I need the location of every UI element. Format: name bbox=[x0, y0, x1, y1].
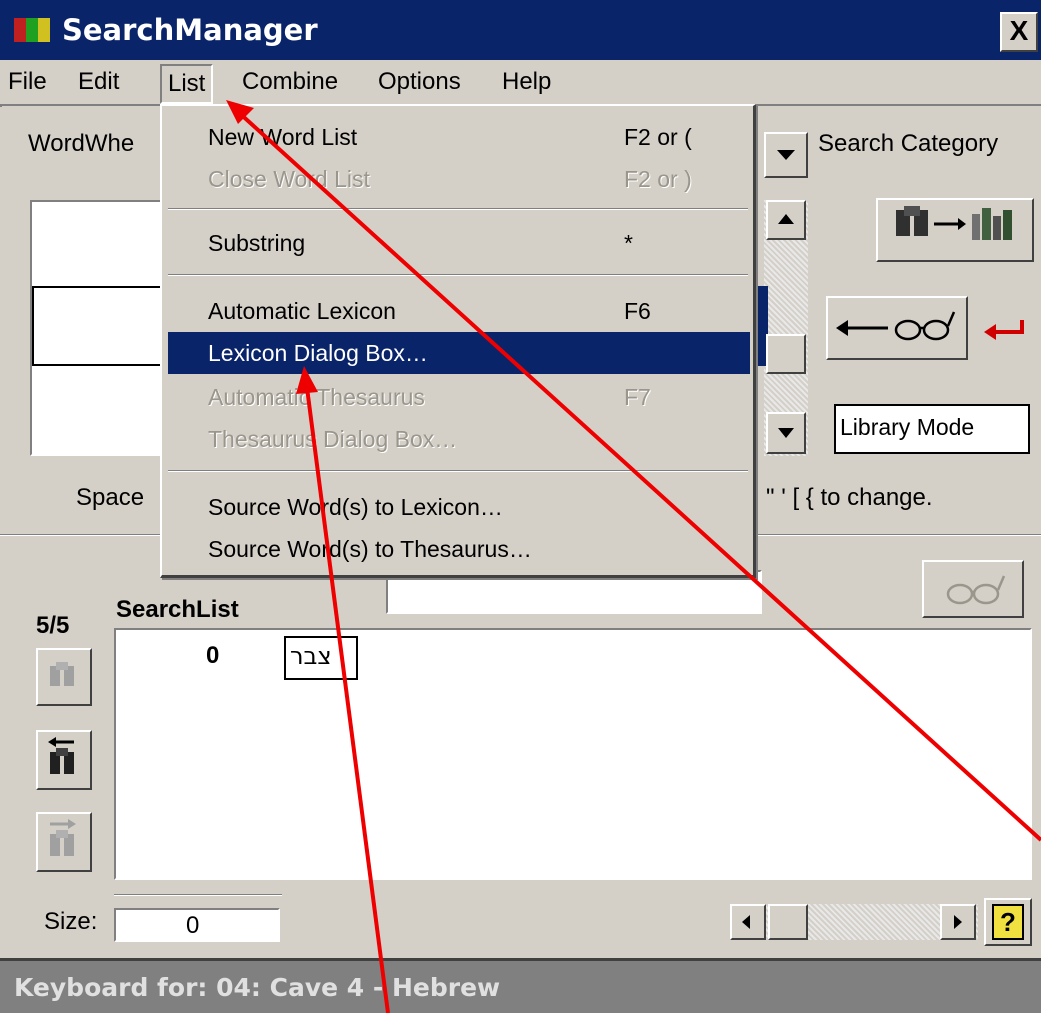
change-hint: " ' [ { to change. bbox=[766, 484, 933, 511]
menu-item-automatic-thesaurus[interactable]: Automatic Thesaurus F7 bbox=[168, 376, 750, 418]
binoculars-icon bbox=[48, 737, 74, 774]
glasses-icon bbox=[946, 575, 1006, 605]
menu-combine[interactable]: Combine bbox=[242, 68, 338, 96]
searchlist-box[interactable]: 0 צבר bbox=[114, 628, 1032, 880]
binoculars-button-2[interactable] bbox=[36, 730, 92, 790]
size-divider bbox=[114, 894, 282, 896]
scroll-right-button[interactable] bbox=[940, 904, 976, 940]
library-mode-field: Library Mode bbox=[834, 404, 1030, 454]
menu-item-substring[interactable]: Substring * bbox=[168, 222, 750, 264]
status-text: Keyboard for: 04: Cave 4 - Hebrew bbox=[14, 973, 501, 1002]
menu-edit[interactable]: Edit bbox=[78, 68, 119, 96]
scroll-thumb[interactable] bbox=[766, 334, 806, 374]
menu-file[interactable]: File bbox=[8, 68, 47, 96]
status-bar: Keyboard for: 04: Cave 4 - Hebrew bbox=[0, 958, 1041, 1013]
menu-bar: File Edit List Combine Options Help bbox=[0, 60, 1041, 104]
window-title: SearchManager bbox=[62, 13, 318, 47]
search-category-label: Search Category bbox=[818, 130, 999, 157]
close-button[interactable]: X bbox=[1000, 12, 1038, 52]
binoculars-icon bbox=[50, 662, 74, 686]
menu-item-automatic-lexicon[interactable]: Automatic Lexicon F6 bbox=[168, 290, 750, 332]
menu-item-new-word-list[interactable]: New Word List F2 or ( bbox=[168, 116, 750, 158]
menu-list[interactable]: List bbox=[160, 64, 214, 104]
arrow-to-glasses-icon bbox=[836, 311, 956, 341]
menu-help[interactable]: Help bbox=[502, 68, 551, 96]
searchmanager-window: SearchManager X File Edit List Combine O… bbox=[0, 0, 1041, 1013]
horizontal-scroll-thumb[interactable] bbox=[768, 904, 808, 940]
help-button[interactable]: ? bbox=[984, 898, 1032, 946]
binoculars-button-1[interactable] bbox=[36, 648, 92, 706]
binoculars-to-books-icon bbox=[896, 206, 1012, 240]
list-menu-dropdown: New Word List F2 or ( Close Word List F2… bbox=[160, 104, 756, 578]
space-hint: Space bbox=[76, 484, 145, 511]
size-field: 0 bbox=[114, 908, 280, 942]
search-count: 5/5 bbox=[36, 612, 70, 639]
searchlist-title: SearchList bbox=[116, 596, 239, 623]
menu-separator bbox=[168, 470, 748, 472]
menu-item-lexicon-dialog-box[interactable]: Lexicon Dialog Box… bbox=[168, 332, 750, 374]
title-bar[interactable]: SearchManager X bbox=[0, 0, 1041, 60]
scroll-up-button[interactable] bbox=[766, 200, 806, 240]
glasses-button[interactable] bbox=[922, 560, 1024, 618]
wordwheel-label: WordWhe bbox=[28, 130, 135, 157]
menu-separator bbox=[168, 274, 748, 276]
app-icon bbox=[14, 18, 52, 42]
searchlist-row-word[interactable]: צבר bbox=[284, 636, 358, 680]
size-label: Size: bbox=[44, 908, 98, 935]
searchlist-row-index: 0 bbox=[206, 642, 220, 669]
menu-options[interactable]: Options bbox=[378, 68, 461, 96]
lexicon-glasses-button[interactable] bbox=[826, 296, 968, 360]
menu-item-close-word-list[interactable]: Close Word List F2 or ) bbox=[168, 158, 750, 200]
scroll-left-button[interactable] bbox=[730, 904, 766, 940]
chevron-right-icon bbox=[954, 915, 962, 929]
wordwheel-selected-row[interactable] bbox=[32, 286, 170, 366]
chevron-down-icon bbox=[777, 150, 795, 160]
chevron-down-icon bbox=[778, 428, 794, 438]
binoculars-button-3[interactable] bbox=[36, 812, 92, 872]
menu-item-source-to-thesaurus[interactable]: Source Word(s) to Thesaurus… bbox=[168, 528, 750, 570]
search-to-library-button[interactable] bbox=[876, 198, 1034, 262]
menu-separator bbox=[168, 208, 748, 210]
chevron-up-icon bbox=[778, 214, 794, 224]
chevron-left-icon bbox=[742, 915, 750, 929]
help-icon: ? bbox=[992, 904, 1024, 940]
scroll-down-button[interactable] bbox=[766, 412, 806, 454]
menu-item-source-to-lexicon[interactable]: Source Word(s) to Lexicon… bbox=[168, 486, 750, 528]
return-arrow-icon bbox=[984, 320, 1024, 340]
binoculars-icon bbox=[50, 819, 76, 856]
category-dropdown-button[interactable] bbox=[764, 132, 808, 178]
menu-item-thesaurus-dialog-box[interactable]: Thesaurus Dialog Box… bbox=[168, 418, 750, 460]
